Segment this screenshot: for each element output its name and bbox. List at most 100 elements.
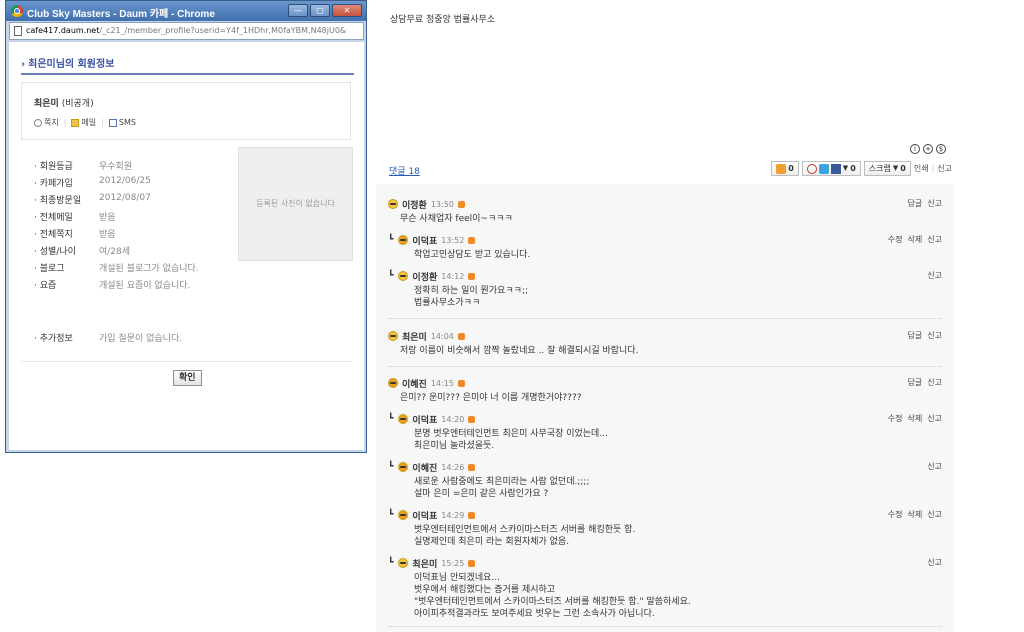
plus-circle-icon[interactable]: + — [923, 144, 933, 154]
comment-time: 14:12 — [441, 271, 465, 281]
comment-count-link[interactable]: 댓글 18 — [389, 164, 420, 177]
smiley-icon — [388, 331, 398, 341]
comment-time: 13:50 — [430, 199, 454, 209]
dollar-circle-icon[interactable]: $ — [936, 144, 946, 154]
report-link[interactable]: 신고 — [927, 234, 942, 245]
new-badge-icon — [468, 415, 476, 423]
edit-link[interactable]: 수정 — [888, 413, 903, 424]
address-bar[interactable]: cafe417.daum.net/_c21_/member_profile?us… — [9, 22, 364, 40]
divider — [21, 361, 351, 362]
report-link[interactable]: 신고 — [937, 163, 952, 174]
comment-body: 정확히 하는 일이 뭔가요ㅋㅋ;; 법률사무소가ㅋㅋ — [414, 286, 529, 308]
user-status: (비공개) — [61, 99, 94, 109]
comment-author[interactable]: 이혜진 — [402, 377, 427, 390]
comment-reply-item: ┗ 최은미 15:25 신고 이덕표님 안되겠네요... 벗우에서 해킹했다는 … — [388, 557, 942, 620]
info-value: 2012/08/07 — [99, 193, 151, 203]
user-summary-box: 최은미 (비공개) 쪽지 | 메일 | SMS — [21, 82, 351, 140]
daum-share-icon — [806, 163, 817, 174]
comment-author[interactable]: 최은미 — [402, 330, 427, 343]
comment-author[interactable]: 이정환 — [402, 198, 427, 211]
info-key: · 전체쪽지 — [34, 230, 73, 240]
delete-link[interactable]: 삭제 — [908, 509, 923, 520]
comment-body: 은미?? 운미??? 은미야 너 이름 개명한거야???? — [400, 393, 582, 403]
new-badge-icon — [457, 200, 465, 208]
window-title: Club Sky Masters - Daum 카페 - Chrome — [27, 9, 215, 20]
report-link[interactable]: 신고 — [927, 509, 942, 520]
divider: | — [931, 164, 935, 173]
window-titlebar[interactable]: Club Sky Masters - Daum 카페 - Chrome — □ … — [6, 1, 366, 21]
report-link[interactable]: 신고 — [927, 557, 942, 568]
scrap-button[interactable]: 스크랩 ▼ 0 — [863, 161, 911, 176]
mail-link[interactable]: 메일 — [71, 117, 96, 128]
comment-time: 14:04 — [430, 331, 454, 341]
info-key: · 회원등급 — [34, 162, 73, 172]
scrap-label: 스크랩 — [868, 164, 891, 173]
info-key: · 블로그 — [34, 264, 65, 274]
user-name: 최은미 — [34, 99, 59, 109]
top-icon-group: i + $ — [910, 144, 946, 154]
url-text: cafe417.daum.net/_c21_/member_profile?us… — [26, 26, 360, 35]
comment-body: 분명 벗우엔터테인먼트 최은미 사무국장 이었는데... 최은미님 놀라셨을듯. — [414, 429, 608, 451]
info-value: 여/28세 — [99, 247, 131, 257]
share-button[interactable]: ▼ 0 — [801, 161, 861, 176]
report-link[interactable]: 신고 — [927, 270, 942, 281]
reply-arrow-icon: ┗ — [388, 414, 394, 424]
note-link[interactable]: 쪽지 — [34, 117, 59, 128]
comment-body: 무슨 사채업자 feel이~ㅋㅋㅋ — [400, 214, 513, 224]
twitter-icon — [818, 163, 829, 174]
new-badge-icon — [468, 559, 476, 567]
profile-popup-window: Club Sky Masters - Daum 카페 - Chrome — □ … — [5, 0, 367, 453]
info-value: 개설된 블로그가 없습니다. — [99, 264, 199, 274]
comment-divider — [388, 318, 942, 319]
report-link[interactable]: 신고 — [927, 330, 942, 341]
chrome-icon — [11, 5, 23, 17]
comment-author[interactable]: 이덕표 — [412, 509, 437, 522]
ad-text[interactable]: 상담무료 정중앙 법률사무소 — [390, 12, 495, 25]
reply-arrow-icon: ┗ — [388, 462, 394, 472]
report-link[interactable]: 신고 — [927, 461, 942, 472]
sms-link[interactable]: SMS — [108, 118, 136, 127]
reply-link[interactable]: 답글 — [908, 377, 923, 388]
reply-arrow-icon: ┗ — [388, 271, 394, 281]
print-link[interactable]: 인쇄 — [914, 163, 929, 174]
report-link[interactable]: 신고 — [927, 413, 942, 424]
edit-link[interactable]: 수정 — [888, 509, 903, 520]
photo-placeholder-text: 등록된 사진이 없습니다 — [256, 199, 335, 208]
close-button[interactable]: ✕ — [332, 4, 362, 17]
minimize-button[interactable]: — — [288, 4, 308, 17]
smiley-icon — [398, 558, 409, 568]
info-key: · 요즘 — [34, 281, 57, 291]
delete-link[interactable]: 삭제 — [908, 413, 923, 424]
comment-reply-item: ┗ 이덕표 14:20 수정 삭제 신고 분명 벗우엔터테인먼트 최은미 사무국… — [388, 413, 942, 452]
info-key: · 성별/나이 — [34, 247, 76, 257]
maximize-button[interactable]: □ — [310, 4, 330, 17]
like-button[interactable]: 0 — [771, 161, 799, 176]
new-badge-icon — [457, 379, 465, 387]
reply-link[interactable]: 답글 — [908, 330, 923, 341]
user-links: 쪽지 | 메일 | SMS — [34, 117, 136, 128]
comment-author[interactable]: 이정환 — [412, 270, 437, 283]
delete-link[interactable]: 삭제 — [908, 234, 923, 245]
reply-arrow-icon: ┗ — [388, 510, 394, 520]
comment-time: 14:29 — [441, 510, 465, 520]
new-badge-icon — [468, 511, 476, 519]
new-badge-icon — [468, 272, 476, 280]
share-icons: ▼ — [806, 162, 848, 175]
user-name-line: 최은미 (비공개) — [34, 96, 94, 109]
url-domain: cafe417.daum.net — [26, 26, 100, 35]
page-icon — [14, 26, 22, 36]
facebook-icon — [830, 163, 841, 174]
info-icon[interactable]: i — [910, 144, 920, 154]
info-key: · 카페가입 — [34, 179, 73, 189]
reply-link[interactable]: 답글 — [908, 198, 923, 209]
comment-author[interactable]: 이혜진 — [412, 461, 437, 474]
comment-author[interactable]: 이덕표 — [412, 413, 437, 426]
comment-author[interactable]: 이덕표 — [412, 234, 437, 247]
ok-button[interactable]: 확인 — [173, 370, 202, 386]
comment-author[interactable]: 최은미 — [412, 557, 437, 570]
report-link[interactable]: 신고 — [927, 198, 942, 209]
report-link[interactable]: 신고 — [927, 377, 942, 388]
comment-tools: 0 ▼ 0 스크랩 ▼ 0 인쇄 | 신고 — [771, 161, 952, 176]
edit-link[interactable]: 수정 — [888, 234, 903, 245]
comment-body: 벗우엔터테인먼트에서 스카이마스터즈 서버를 해킹한듯 함. 실명제인데 최은미… — [414, 525, 636, 547]
